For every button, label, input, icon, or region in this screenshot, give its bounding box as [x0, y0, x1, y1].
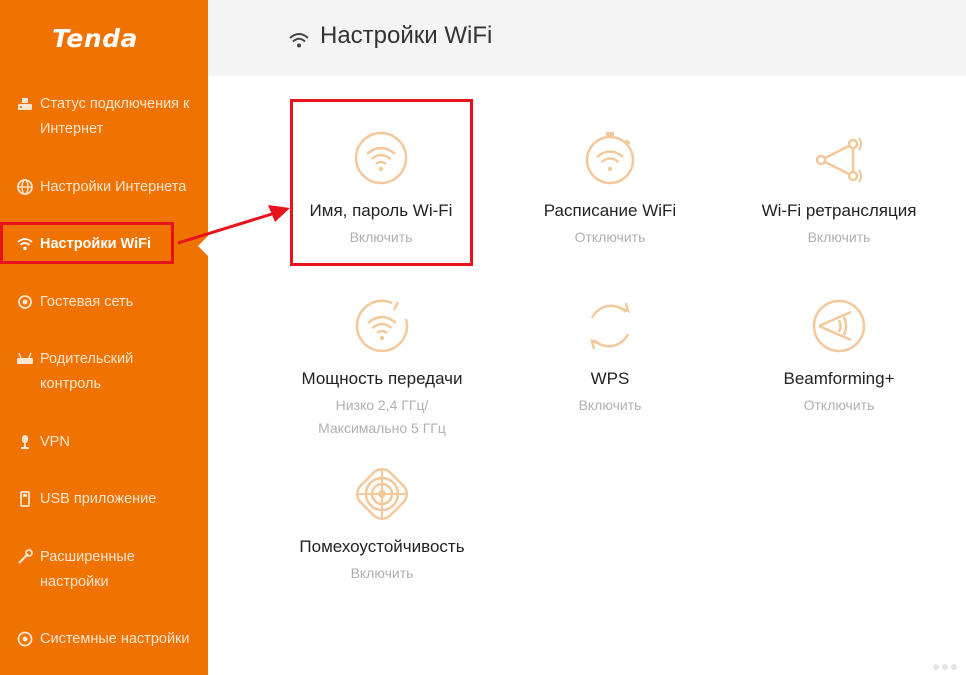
sidebar-item-label: Гостевая сеть — [40, 294, 134, 310]
sidebar-item-guest-network[interactable]: Гостевая сеть — [16, 290, 196, 315]
anti-interference-icon — [356, 468, 408, 520]
tile-wps[interactable]: WPS Включить — [510, 298, 710, 415]
tenda-logo: Tenda — [52, 24, 138, 53]
wps-icon — [590, 302, 630, 350]
tile-title: Мощность передачи — [301, 369, 463, 388]
sidebar-item-internet-settings[interactable]: Настройки Интернета — [16, 175, 196, 200]
tile-title: Wi-Fi ретрансляция — [761, 201, 917, 220]
page-title: Настройки WiFi — [320, 22, 493, 49]
tile-transmit-power[interactable]: Мощность передачи Низко 2,4 ГГц/ Максима… — [282, 298, 482, 441]
tile-title: Beamforming+ — [783, 369, 895, 388]
tile-status: Отключить — [803, 397, 875, 413]
sidebar-item-connection-status[interactable]: Статус подключения к Интернет — [16, 92, 196, 142]
beamforming-icon — [812, 299, 866, 353]
status-icon — [18, 98, 32, 110]
wifi-icon — [289, 33, 309, 48]
tile-status: Отключить — [574, 229, 646, 245]
guest-network-icon — [18, 295, 32, 309]
tile-status: Включить — [807, 229, 871, 245]
sidebar-item-label: Настройки Интернета — [40, 179, 187, 195]
sidebar-item-label: Расширенные настройки — [40, 549, 135, 590]
page-header: Настройки WiFi — [208, 0, 966, 76]
globe-icon — [17, 179, 33, 195]
sidebar-item-label: Статус подключения к Интернет — [40, 96, 190, 137]
tile-title: Расписание WiFi — [543, 201, 677, 220]
tile-anti-interference[interactable]: Помехоустойчивость Включить — [282, 466, 482, 583]
sidebar-item-label: Родительский контроль — [40, 351, 134, 392]
tile-status-line-2: Максимально 5 ГГц — [318, 420, 446, 436]
tile-status: Включить — [350, 565, 414, 581]
sidebar-item-label: VPN — [40, 434, 70, 450]
sidebar-item-system-settings[interactable]: Системные настройки — [16, 627, 196, 652]
tile-wifi-schedule[interactable]: Расписание WiFi Отключить — [510, 130, 710, 247]
wifi-repeater-icon — [815, 137, 862, 183]
vpn-icon — [21, 435, 29, 449]
tile-title: Помехоустойчивость — [299, 537, 465, 556]
sidebar-item-label: USB приложение — [40, 491, 157, 507]
tile-wifi-repeater[interactable]: Wi-Fi ретрансляция Включить — [739, 130, 939, 247]
sidebar-item-advanced-settings[interactable]: Расширенные настройки — [16, 545, 196, 595]
sidebar-item-vpn[interactable]: VPN — [16, 430, 196, 455]
tile-highlight-box — [290, 99, 473, 266]
sidebar-item-label: Системные настройки — [40, 631, 190, 647]
active-item-pointer — [198, 236, 208, 256]
advanced-settings-icon — [18, 549, 33, 564]
transmit-power-icon — [355, 299, 409, 353]
system-settings-icon — [17, 631, 33, 647]
usb-icon — [20, 491, 30, 507]
watermark-dots — [933, 664, 957, 670]
active-item-highlight-box — [0, 222, 174, 264]
parental-control-icon — [17, 352, 33, 364]
sidebar-item-parental-control[interactable]: Родительский контроль — [16, 347, 196, 397]
sidebar: Tenda Статус подключения к Интернет Наст… — [0, 0, 208, 675]
sidebar-item-usb-application[interactable]: USB приложение — [16, 487, 196, 512]
tile-status: Включить — [578, 397, 642, 413]
tile-beamforming[interactable]: Beamforming+ Отключить — [739, 298, 939, 415]
tile-title: WPS — [590, 369, 630, 388]
wifi-schedule-icon — [585, 132, 635, 185]
tile-status: Низко 2,4 ГГц/ — [335, 397, 429, 413]
